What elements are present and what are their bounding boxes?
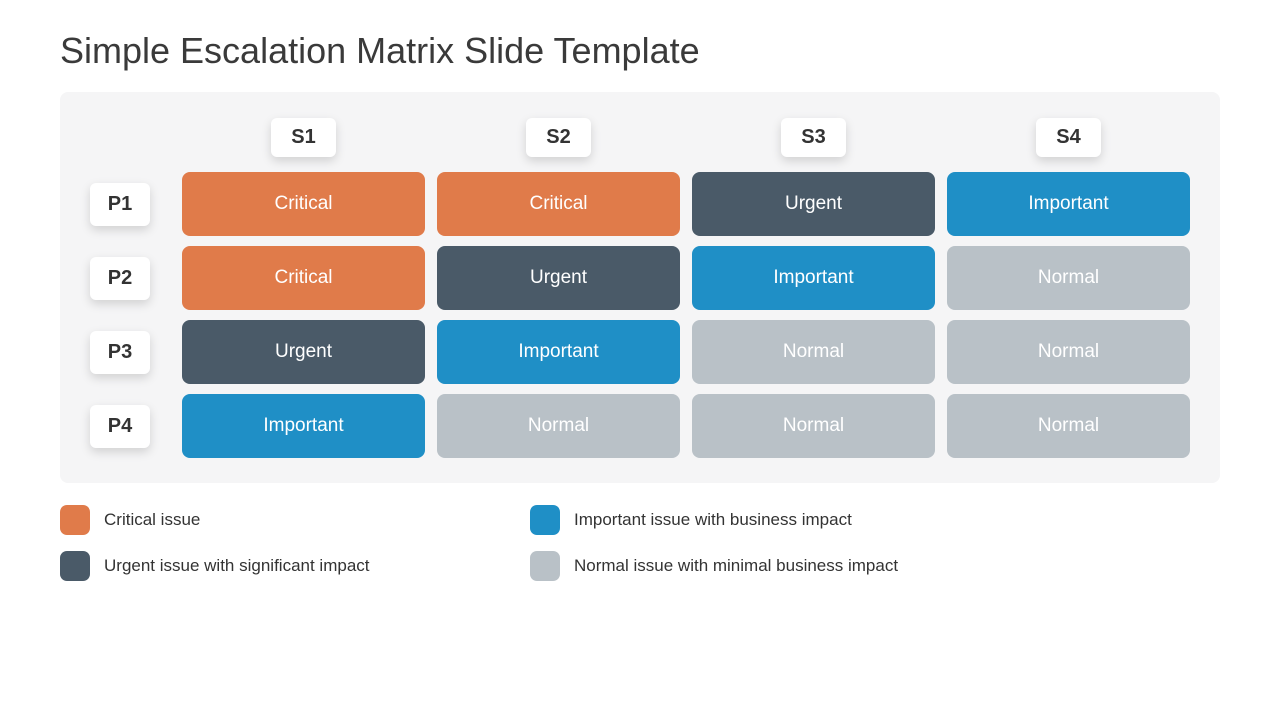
col-header-s4: S4 [1036,118,1100,157]
cell-p4-s1: Important [182,394,425,458]
col-header-s1: S1 [271,118,335,157]
cell-p2-s2: Urgent [437,246,680,310]
cell-p2-s1: Critical [182,246,425,310]
escalation-matrix: S1 S2 S3 S4 P1 Critical Critical Urgent … [90,112,1190,458]
cell-p3-s4: Normal [947,320,1190,384]
cell-p1-s2: Critical [437,172,680,236]
row-header-p2: P2 [90,257,150,300]
legend: Critical issue Important issue with busi… [60,505,960,581]
cell-p3-s1: Urgent [182,320,425,384]
legend-label: Critical issue [104,510,200,530]
cell-p4-s3: Normal [692,394,935,458]
cell-p4-s2: Normal [437,394,680,458]
row-header-p3: P3 [90,331,150,374]
slide-title: Simple Escalation Matrix Slide Template [60,30,1220,72]
cell-p2-s4: Normal [947,246,1190,310]
swatch-important [530,505,560,535]
legend-item-critical: Critical issue [60,505,490,535]
legend-label: Normal issue with minimal business impac… [574,556,898,576]
legend-item-important: Important issue with business impact [530,505,960,535]
matrix-container: S1 S2 S3 S4 P1 Critical Critical Urgent … [60,92,1220,483]
cell-p3-s3: Normal [692,320,935,384]
legend-label: Important issue with business impact [574,510,852,530]
row-header-p4: P4 [90,405,150,448]
cell-p1-s3: Urgent [692,172,935,236]
swatch-critical [60,505,90,535]
legend-item-normal: Normal issue with minimal business impac… [530,551,960,581]
swatch-urgent [60,551,90,581]
swatch-normal [530,551,560,581]
cell-p3-s2: Important [437,320,680,384]
col-header-s2: S2 [526,118,590,157]
cell-p1-s4: Important [947,172,1190,236]
cell-p1-s1: Critical [182,172,425,236]
row-header-p1: P1 [90,183,150,226]
col-header-s3: S3 [781,118,845,157]
cell-p2-s3: Important [692,246,935,310]
legend-label: Urgent issue with significant impact [104,556,370,576]
legend-item-urgent: Urgent issue with significant impact [60,551,490,581]
cell-p4-s4: Normal [947,394,1190,458]
